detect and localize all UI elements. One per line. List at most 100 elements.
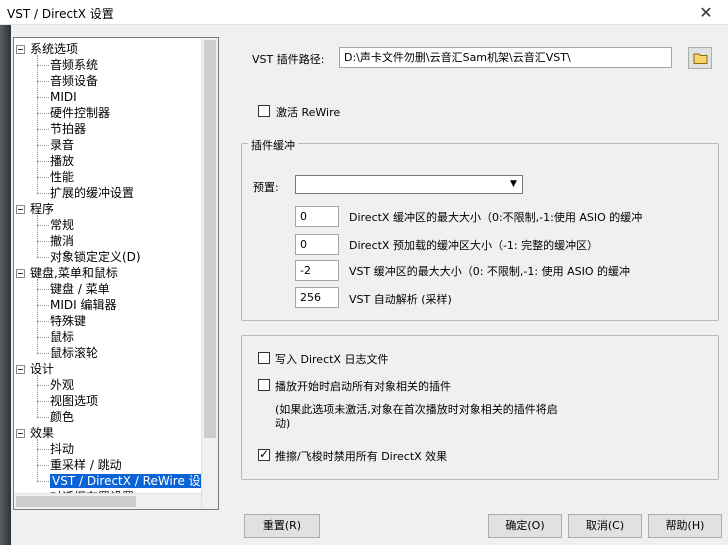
directx-log-checkbox[interactable] — [258, 352, 270, 364]
tree-group-label: 键盘,菜单和鼠标 — [30, 266, 118, 280]
tree-item[interactable]: 硬件控制器 — [50, 105, 110, 121]
vst-max-buffer-field[interactable]: -2 — [295, 260, 339, 281]
vst-auto-resolution-field[interactable]: 256 — [295, 287, 339, 308]
tree-item-label: 重采样 / 跳动 — [50, 458, 122, 472]
vst-max-buffer-label: VST 缓冲区的最大大小（0: 不限制,-1: 使用 ASIO 的缓冲 — [349, 265, 630, 278]
reset-button[interactable]: 重置(R) — [244, 514, 320, 538]
background-app-strip — [0, 25, 11, 545]
collapse-icon[interactable] — [16, 205, 25, 214]
tree-item[interactable]: 颜色 — [50, 409, 74, 425]
preset-label: 预置: — [253, 181, 279, 194]
directx-log-label: 写入 DirectX 日志文件 — [275, 353, 389, 366]
close-icon[interactable]: ✕ — [684, 0, 728, 25]
tree-item-label: 外观 — [50, 378, 75, 392]
start-plugins-label: 播放开始时启动所有对象相关的插件 — [275, 380, 451, 393]
tree-item[interactable]: 音频系统 — [50, 57, 98, 73]
tree-item-label: 录音 — [50, 138, 75, 152]
tree-connector — [37, 439, 38, 481]
tree-item[interactable]: MIDI 编辑器 — [50, 297, 117, 313]
tree-item[interactable]: 抖动 — [50, 441, 74, 457]
tree-item[interactable]: MIDI — [50, 89, 77, 105]
tree-connector — [37, 321, 49, 322]
directx-preload-field[interactable]: 0 — [295, 234, 339, 255]
tree-item-label: 硬件控制器 — [50, 106, 111, 120]
tree-horizontal-scrollbar[interactable] — [14, 493, 201, 509]
settings-tree[interactable]: 系统选项 音频系统 音频设备 MIDI 硬件控制器 节拍器 录音 播放 性能 扩展的缓冲设置 程序常… — [13, 37, 219, 510]
start-plugins-note: (如果此选项未激活,对象在首次播放时对象相关的插件将启动) — [275, 403, 558, 430]
vst-path-field[interactable]: D:\声卡文件勿删\云音汇Sam机架\云音汇VST\ — [339, 47, 672, 68]
tree-connector — [37, 129, 49, 130]
tree-item[interactable]: 外观 — [50, 377, 74, 393]
title-bar: VST / DirectX 设置 ✕ — [0, 0, 728, 25]
browse-folder-button[interactable] — [688, 47, 712, 69]
tree-connector — [37, 337, 49, 338]
tree-item[interactable]: 键盘 / 菜单 — [50, 281, 110, 297]
tree-connector — [37, 81, 49, 82]
window-title: VST / DirectX 设置 — [7, 7, 114, 21]
tree-item-label: MIDI 编辑器 — [50, 298, 117, 312]
tree-item[interactable]: 鼠标滚轮 — [50, 345, 98, 361]
folder-icon — [693, 53, 708, 64]
tree-connector — [37, 417, 49, 418]
tree-item[interactable]: 音频设备 — [50, 73, 98, 89]
tree-connector — [37, 375, 38, 417]
tree-item-label: 鼠标滚轮 — [50, 346, 99, 360]
tree-connector — [37, 401, 49, 402]
directx-max-buffer-field[interactable]: 0 — [295, 206, 339, 227]
tree-connector — [37, 113, 49, 114]
collapse-icon[interactable] — [16, 269, 25, 278]
tree-group-label: 设计 — [30, 362, 55, 376]
tree-item-label: 音频设备 — [50, 74, 99, 88]
tree-item[interactable]: 鼠标 — [50, 329, 74, 345]
disable-scrub-checkbox[interactable] — [258, 447, 270, 461]
tree-item[interactable]: 节拍器 — [50, 121, 86, 137]
tree-item[interactable]: 常规 — [50, 217, 74, 233]
tree-connector — [37, 257, 49, 258]
tree-item[interactable]: VST / DirectX / ReWire 设置 — [50, 473, 215, 489]
tree-item-label: 对象锁定定义(D) — [50, 250, 141, 264]
cancel-button[interactable]: 取消(C) — [568, 514, 642, 538]
tree-item-label: 键盘 / 菜单 — [50, 282, 110, 296]
tree-item-label: 视图选项 — [50, 394, 99, 408]
tree-item-label: 抖动 — [50, 442, 75, 456]
tree-item-label: 节拍器 — [50, 122, 87, 136]
tree-item[interactable]: 播放 — [50, 153, 74, 169]
vst-auto-resolution-label: VST 自动解析 (采样) — [349, 293, 452, 306]
tree-item[interactable]: 对象锁定定义(D) — [50, 249, 141, 265]
preset-dropdown[interactable]: ▼ — [295, 175, 523, 194]
rewire-checkbox[interactable] — [258, 105, 270, 117]
tree-item-label: 颜色 — [50, 410, 75, 424]
tree-item[interactable]: 重采样 / 跳动 — [50, 457, 122, 473]
start-plugins-checkbox[interactable] — [258, 379, 270, 391]
tree-vertical-scrollbar[interactable] — [201, 38, 218, 509]
tree-item-label: 常规 — [50, 218, 75, 232]
tree-item-label: 音频系统 — [50, 58, 99, 72]
tree-connector — [37, 97, 49, 98]
vst-path-label: VST 插件路径: — [252, 53, 325, 66]
tree-item[interactable]: 扩展的缓冲设置 — [50, 185, 134, 201]
tree-connector — [37, 353, 49, 354]
tree-connector — [37, 145, 49, 146]
tree-connector — [37, 289, 49, 290]
tree-scroll-thumb[interactable] — [204, 40, 216, 438]
tree-connector — [37, 193, 49, 194]
directx-max-buffer-label: DirectX 缓冲区的最大大小（0:不限制,-1:使用 ASIO 的缓冲 — [349, 211, 643, 224]
collapse-icon[interactable] — [16, 429, 25, 438]
collapse-icon[interactable] — [16, 45, 25, 54]
tree-item[interactable]: 视图选项 — [50, 393, 98, 409]
help-button[interactable]: 帮助(H) — [648, 514, 722, 538]
tree-item-label: 播放 — [50, 154, 75, 168]
collapse-icon[interactable] — [16, 365, 25, 374]
tree-connector — [37, 55, 38, 193]
tree-connector — [37, 65, 49, 66]
tree-item[interactable]: 特殊键 — [50, 313, 86, 329]
disable-scrub-label: 推擦/飞梭时禁用所有 DirectX 效果 — [275, 450, 448, 463]
ok-button[interactable]: 确定(O) — [488, 514, 562, 538]
tree-item[interactable]: 录音 — [50, 137, 74, 153]
tree-connector — [37, 241, 49, 242]
tree-hscroll-thumb[interactable] — [16, 496, 136, 507]
tree-item[interactable]: 撤消 — [50, 233, 74, 249]
chevron-down-icon: ▼ — [510, 179, 517, 189]
tree-item[interactable]: 性能 — [50, 169, 74, 185]
tree-connector — [37, 449, 49, 450]
